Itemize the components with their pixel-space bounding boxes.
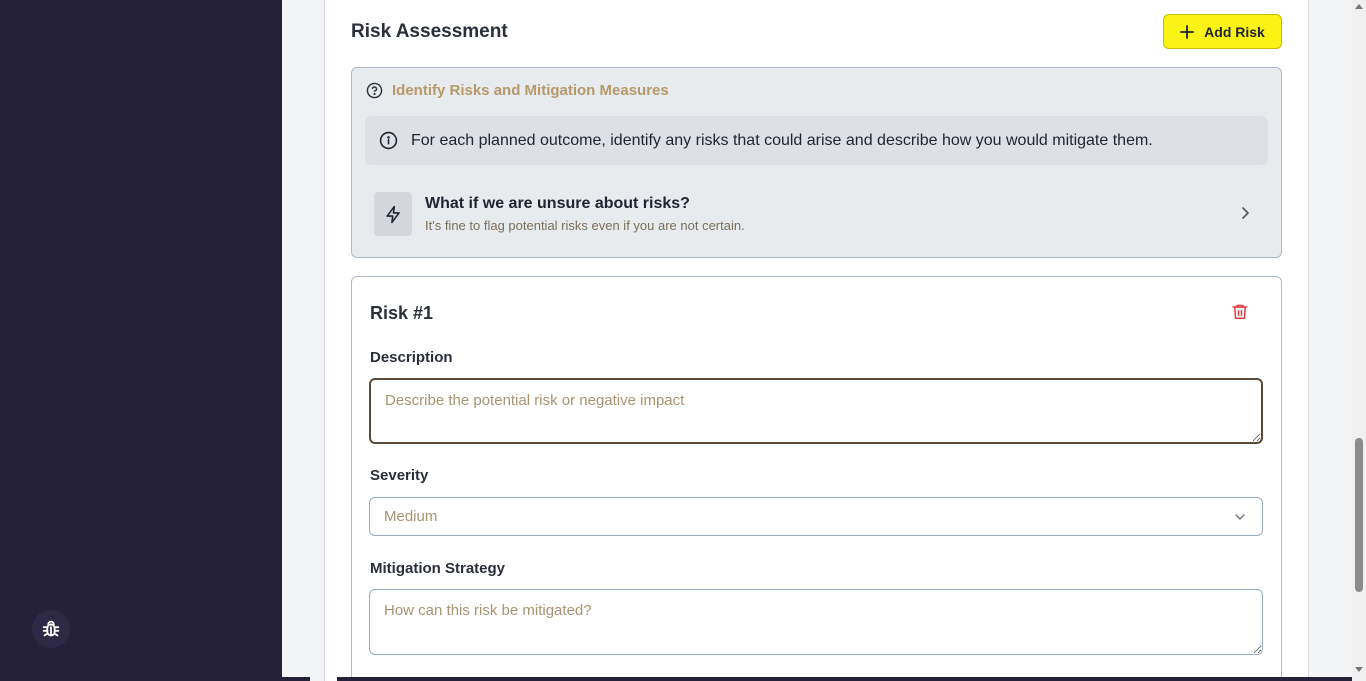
debug-button[interactable] — [32, 610, 70, 648]
bottom-edge-strip — [48, 677, 310, 681]
description-textarea[interactable] — [369, 378, 1263, 444]
risk-title: Risk #1 — [370, 303, 434, 323]
guidance-header: Identify Risks and Mitigation Measures — [366, 82, 669, 99]
trash-icon — [1232, 304, 1248, 319]
guidance-note-text: For each planned outcome, identify any r… — [411, 131, 1153, 149]
add-risk-label: Add Risk — [1204, 23, 1265, 40]
vertical-scrollbar[interactable] — [1352, 0, 1366, 681]
mitigation-label: Mitigation Strategy — [370, 560, 506, 577]
guidance-title: Identify Risks and Mitigation Measures — [392, 82, 669, 99]
guidance-panel: Identify Risks and Mitigation Measures F… — [351, 67, 1282, 258]
faq-answer: It's fine to flag potential risks even i… — [425, 218, 745, 233]
severity-value: Medium — [384, 508, 438, 525]
faq-text: What if we are unsure about risks? It's … — [425, 195, 745, 233]
lightning-icon — [385, 205, 400, 223]
info-circle-icon — [379, 131, 398, 150]
faq-icon-tile — [374, 192, 412, 236]
severity-label: Severity — [370, 467, 429, 484]
severity-select[interactable]: Medium — [369, 497, 1263, 536]
sidebar — [0, 0, 282, 681]
scroll-up-arrow-icon[interactable] — [1355, 4, 1363, 9]
mitigation-textarea[interactable] — [369, 589, 1263, 655]
risk-card: Risk #1 Description Severity Medium Miti… — [351, 276, 1282, 681]
chevron-right-icon — [1242, 207, 1250, 219]
bug-icon — [42, 620, 60, 637]
scrollbar-thumb[interactable] — [1355, 438, 1363, 592]
bottom-edge-strip-main — [337, 677, 1352, 681]
faq-item[interactable]: What if we are unsure about risks? It's … — [365, 180, 1268, 248]
guidance-note: For each planned outcome, identify any r… — [365, 116, 1268, 165]
main-content: Risk Assessment Add Risk Identify Risks … — [282, 0, 1352, 681]
chevron-down-icon — [1235, 514, 1245, 520]
add-risk-button[interactable]: Add Risk — [1163, 14, 1282, 49]
scroll-down-arrow-icon[interactable] — [1355, 667, 1363, 672]
question-circle-icon — [366, 82, 383, 99]
faq-question: What if we are unsure about risks? — [425, 195, 690, 212]
description-label: Description — [370, 349, 453, 366]
delete-risk-button[interactable] — [1231, 302, 1249, 326]
section-title: Risk Assessment — [351, 21, 508, 42]
plus-icon — [1180, 24, 1195, 39]
